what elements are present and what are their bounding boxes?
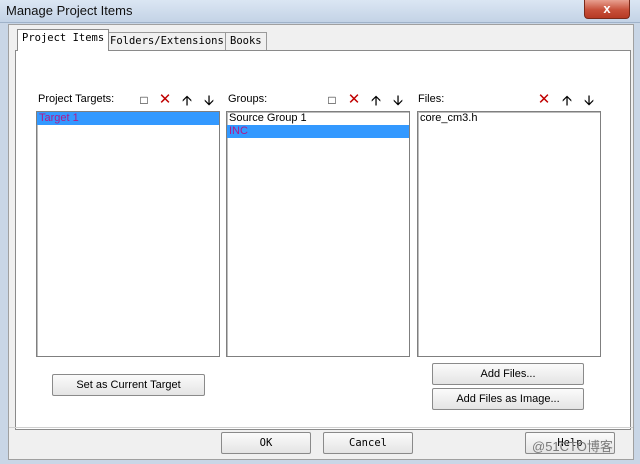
list-item-source-group-1[interactable]: Source Group 1 bbox=[227, 112, 409, 125]
tab-panel-project-items: Project Targets: □ ✕ 🡩 🡫 Target 1 Set as… bbox=[15, 50, 631, 430]
watermark-text: @51CTO博客 bbox=[532, 439, 613, 454]
window-title-bar: Manage Project Items x bbox=[0, 0, 640, 23]
tab-books[interactable]: Books bbox=[225, 32, 267, 50]
move-target-up-icon[interactable]: 🡩 bbox=[177, 91, 197, 109]
add-files-as-image-button[interactable]: Add Files as Image... bbox=[432, 388, 584, 410]
cancel-button[interactable]: Cancel bbox=[323, 432, 413, 454]
delete-target-icon[interactable]: ✕ bbox=[155, 91, 175, 109]
tab-folders-extensions[interactable]: Folders/Extensions bbox=[105, 32, 229, 50]
ok-button[interactable]: OK bbox=[221, 432, 311, 454]
tab-project-items[interactable]: Project Items bbox=[17, 29, 110, 51]
move-file-up-icon[interactable]: 🡩 bbox=[557, 91, 577, 109]
files-label: Files: bbox=[418, 93, 445, 105]
move-file-down-icon[interactable]: 🡫 bbox=[579, 91, 599, 109]
new-group-icon[interactable]: □ bbox=[322, 91, 342, 109]
list-item-inc[interactable]: INC bbox=[227, 125, 409, 138]
set-as-current-target-button[interactable]: Set as Current Target bbox=[52, 374, 205, 396]
groups-list[interactable]: Source Group 1 INC bbox=[226, 111, 410, 357]
list-item-target-1[interactable]: Target 1 bbox=[37, 112, 219, 125]
add-files-button[interactable]: Add Files... bbox=[432, 363, 584, 385]
window-title: Manage Project Items bbox=[6, 3, 133, 18]
move-group-down-icon[interactable]: 🡫 bbox=[388, 91, 408, 109]
manage-project-items-dialog: Project Items Folders/Extensions Books P… bbox=[8, 24, 634, 460]
new-target-icon[interactable]: □ bbox=[134, 91, 154, 109]
delete-file-icon[interactable]: ✕ bbox=[534, 91, 554, 109]
groups-label: Groups: bbox=[228, 93, 268, 105]
footer-divider bbox=[9, 427, 633, 428]
close-button[interactable]: x bbox=[584, 0, 630, 19]
move-group-up-icon[interactable]: 🡩 bbox=[366, 91, 386, 109]
delete-group-icon[interactable]: ✕ bbox=[344, 91, 364, 109]
move-target-down-icon[interactable]: 🡫 bbox=[199, 91, 219, 109]
project-targets-list[interactable]: Target 1 bbox=[36, 111, 220, 357]
project-targets-label: Project Targets: bbox=[38, 93, 115, 105]
list-item-core-cm3-h[interactable]: core_cm3.h bbox=[418, 112, 600, 125]
files-list[interactable]: core_cm3.h bbox=[417, 111, 601, 357]
